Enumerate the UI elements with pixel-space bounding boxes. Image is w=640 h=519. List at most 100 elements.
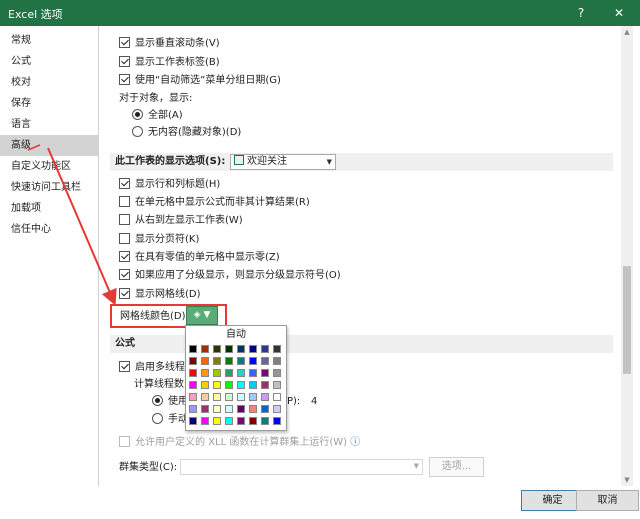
color-swatch[interactable] [237, 369, 245, 377]
color-swatch[interactable] [273, 345, 281, 353]
option-vertical-scrollbar[interactable]: 显示垂直滚动条(V) [119, 36, 220, 52]
color-swatch[interactable] [249, 405, 257, 413]
color-swatch[interactable] [189, 381, 197, 389]
color-swatch[interactable] [213, 393, 221, 401]
option-multithread[interactable]: 启用多线程计 [119, 360, 195, 376]
color-swatch[interactable] [201, 405, 209, 413]
color-swatch[interactable] [273, 417, 281, 425]
sidebar-item-general[interactable]: 常规 [0, 30, 98, 51]
checkbox[interactable] [119, 233, 130, 244]
checkbox[interactable] [119, 74, 130, 85]
color-swatch[interactable] [237, 417, 245, 425]
sheet-select[interactable]: 欢迎关注 ▼ [230, 154, 336, 170]
sidebar-item-customize-ribbon[interactable]: 自定义功能区 [0, 156, 98, 177]
vertical-scrollbar[interactable]: ▲ ▼ [621, 26, 633, 486]
color-swatch[interactable] [249, 417, 257, 425]
color-swatch[interactable] [201, 381, 209, 389]
color-swatch[interactable] [261, 369, 269, 377]
close-button[interactable]: ✕ [604, 0, 634, 26]
radio-use-all-processors[interactable]: 使用 [152, 394, 188, 410]
checkbox[interactable] [119, 214, 130, 225]
option-group-dates[interactable]: 使用“自动筛选”菜单分组日期(G) [119, 73, 281, 89]
color-swatch[interactable] [189, 345, 197, 353]
option-outline-symbols[interactable]: 如果应用了分级显示，则显示分级显示符号(O) [119, 268, 341, 284]
checkbox[interactable] [119, 436, 130, 447]
color-swatch[interactable] [237, 345, 245, 353]
color-swatch[interactable] [237, 393, 245, 401]
sidebar-item-save[interactable]: 保存 [0, 93, 98, 114]
color-swatch[interactable] [237, 405, 245, 413]
color-swatch[interactable] [273, 381, 281, 389]
color-swatch[interactable] [213, 405, 221, 413]
checkbox[interactable] [119, 196, 130, 207]
palette-auto-option[interactable]: 自动 [188, 328, 284, 342]
color-swatch[interactable] [189, 357, 197, 365]
radio[interactable] [152, 413, 163, 424]
option-show-formulas[interactable]: 在单元格中显示公式而非其计算结果(R) [119, 195, 310, 211]
color-swatch[interactable] [261, 345, 269, 353]
color-swatch[interactable] [201, 393, 209, 401]
color-swatch[interactable] [225, 381, 233, 389]
color-swatch[interactable] [189, 393, 197, 401]
option-sheet-tabs[interactable]: 显示工作表标签(B) [119, 55, 220, 71]
color-swatch[interactable] [201, 357, 209, 365]
radio[interactable] [132, 109, 143, 120]
scroll-thumb[interactable] [623, 266, 631, 374]
color-swatch[interactable] [189, 417, 197, 425]
scroll-up-icon[interactable]: ▲ [621, 26, 633, 38]
color-swatch[interactable] [273, 405, 281, 413]
checkbox[interactable] [119, 251, 130, 262]
cluster-options-button[interactable]: 选项... [429, 457, 484, 477]
checkbox[interactable] [119, 56, 130, 67]
color-swatch[interactable] [261, 357, 269, 365]
color-swatch[interactable] [273, 393, 281, 401]
color-swatch[interactable] [189, 369, 197, 377]
color-swatch[interactable] [237, 381, 245, 389]
sidebar-item-language[interactable]: 语言 [0, 114, 98, 135]
color-swatch[interactable] [225, 417, 233, 425]
color-swatch[interactable] [225, 393, 233, 401]
color-swatch[interactable] [249, 393, 257, 401]
color-swatch[interactable] [225, 405, 233, 413]
sidebar-item-addins[interactable]: 加载项 [0, 198, 98, 219]
color-swatch[interactable] [201, 369, 209, 377]
radio-manual-threads[interactable]: 手动 [152, 412, 188, 428]
radio-all-objects[interactable]: 全部(A) [132, 108, 183, 124]
sidebar-item-advanced[interactable]: 高级 [0, 135, 98, 156]
radio[interactable] [132, 126, 143, 137]
color-swatch[interactable] [261, 405, 269, 413]
sidebar-item-trust-center[interactable]: 信任中心 [0, 219, 98, 240]
color-swatch[interactable] [273, 357, 281, 365]
option-show-zeros[interactable]: 在具有零值的单元格中显示零(Z) [119, 250, 280, 266]
color-swatch[interactable] [225, 345, 233, 353]
color-swatch[interactable] [273, 369, 281, 377]
color-swatch[interactable] [249, 357, 257, 365]
radio[interactable] [152, 395, 163, 406]
option-show-gridlines[interactable]: 显示网格线(D) [119, 287, 201, 303]
gridline-color-button[interactable]: ◈ ▼ [186, 306, 218, 325]
color-swatch[interactable] [249, 381, 257, 389]
color-swatch[interactable] [261, 393, 269, 401]
color-swatch[interactable] [225, 357, 233, 365]
color-swatch[interactable] [249, 345, 257, 353]
color-swatch[interactable] [225, 369, 233, 377]
color-swatch[interactable] [261, 417, 269, 425]
color-swatch[interactable] [189, 405, 197, 413]
sidebar-item-quick-access[interactable]: 快速访问工具栏 [0, 177, 98, 198]
checkbox[interactable] [119, 178, 130, 189]
scroll-down-icon[interactable]: ▼ [621, 474, 633, 486]
color-swatch[interactable] [213, 357, 221, 365]
sidebar-item-formulas[interactable]: 公式 [0, 51, 98, 72]
help-button[interactable]: ? [566, 0, 596, 26]
color-swatch[interactable] [201, 345, 209, 353]
ok-button[interactable]: 确定 [521, 490, 584, 511]
cluster-type-select[interactable]: ▼ [180, 459, 423, 475]
sidebar-item-proofing[interactable]: 校对 [0, 72, 98, 93]
color-swatch[interactable] [213, 417, 221, 425]
checkbox[interactable] [119, 269, 130, 280]
color-swatch[interactable] [213, 345, 221, 353]
cancel-button[interactable]: 取消 [576, 490, 639, 511]
checkbox[interactable] [119, 37, 130, 48]
checkbox[interactable] [119, 288, 130, 299]
option-row-col-headers[interactable]: 显示行和列标题(H) [119, 177, 220, 193]
